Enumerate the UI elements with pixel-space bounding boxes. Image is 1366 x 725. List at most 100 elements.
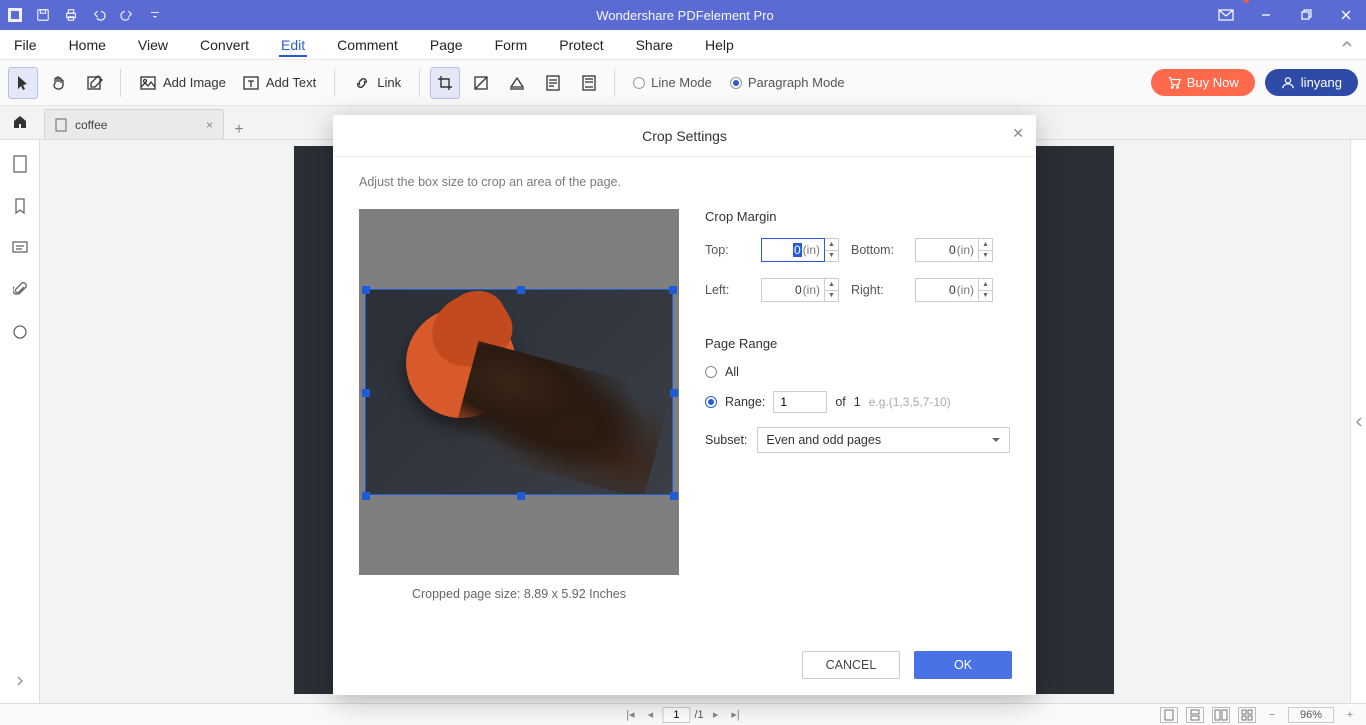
menu-form[interactable]: Form — [493, 33, 530, 57]
continuous-view-icon[interactable] — [1186, 707, 1204, 723]
crop-handle[interactable] — [517, 492, 525, 500]
line-mode-radio[interactable]: Line Mode — [633, 75, 712, 90]
zoom-in-icon[interactable]: + — [1342, 709, 1358, 721]
menu-edit[interactable]: Edit — [279, 33, 307, 57]
save-icon[interactable] — [34, 6, 52, 24]
expand-panel-icon[interactable] — [10, 671, 30, 691]
zoom-level[interactable]: 96% — [1288, 707, 1334, 723]
qat-more-icon[interactable] — [146, 6, 164, 24]
top-margin-input[interactable]: 0(in) — [761, 238, 825, 262]
crop-handle[interactable] — [517, 286, 525, 294]
menu-file[interactable]: File — [12, 33, 39, 57]
range-all-radio[interactable] — [705, 366, 717, 378]
link-button[interactable]: Link — [345, 67, 409, 99]
subset-label: Subset: — [705, 433, 747, 447]
bates-tool-icon[interactable] — [574, 67, 604, 99]
bottom-margin-spinner[interactable]: ▲▼ — [979, 238, 993, 262]
range-range-radio[interactable] — [705, 396, 717, 408]
prev-page-icon[interactable]: ◂ — [642, 708, 658, 721]
menu-share[interactable]: Share — [634, 33, 675, 57]
menu-help[interactable]: Help — [703, 33, 736, 57]
dialog-close-icon[interactable]: ✕ — [1012, 125, 1024, 142]
crop-handle[interactable] — [669, 286, 677, 294]
menu-protect[interactable]: Protect — [557, 33, 605, 57]
single-page-view-icon[interactable] — [1160, 707, 1178, 723]
menu-view[interactable]: View — [136, 33, 170, 57]
header-footer-tool-icon[interactable] — [538, 67, 568, 99]
subset-select[interactable]: Even and odd pages — [757, 427, 1010, 453]
thumbnails-icon[interactable] — [10, 154, 30, 174]
last-page-icon[interactable]: ▸| — [728, 708, 744, 721]
left-margin-spinner[interactable]: ▲▼ — [825, 278, 839, 302]
maximize-button[interactable] — [1286, 0, 1326, 30]
crop-handle[interactable] — [670, 492, 678, 500]
crop-frame[interactable] — [365, 289, 673, 495]
title-bar: Wondershare PDFelement Pro — [0, 0, 1366, 30]
next-page-icon[interactable]: ▸ — [708, 708, 724, 721]
app-logo-icon — [0, 8, 30, 22]
minimize-button[interactable] — [1246, 0, 1286, 30]
print-icon[interactable] — [62, 6, 80, 24]
document-tab[interactable]: coffee × — [44, 109, 224, 139]
menu-home[interactable]: Home — [67, 33, 108, 57]
paragraph-mode-radio[interactable]: Paragraph Mode — [730, 75, 845, 90]
add-image-label: Add Image — [163, 75, 226, 90]
crop-handle[interactable] — [670, 389, 678, 397]
hand-tool-icon[interactable] — [44, 67, 74, 99]
bookmarks-icon[interactable] — [10, 196, 30, 216]
buy-now-button[interactable]: Buy Now — [1151, 69, 1255, 96]
page-number-input[interactable] — [662, 707, 690, 723]
text-icon — [242, 74, 260, 92]
ok-button[interactable]: OK — [914, 651, 1012, 679]
crop-preview[interactable] — [359, 209, 679, 575]
cancel-button[interactable]: CANCEL — [802, 651, 900, 679]
add-text-button[interactable]: Add Text — [234, 67, 324, 99]
left-label: Left: — [705, 283, 757, 297]
right-label: Right: — [851, 283, 911, 297]
grid-view-icon[interactable] — [1238, 707, 1256, 723]
two-page-view-icon[interactable] — [1212, 707, 1230, 723]
close-tab-icon[interactable]: × — [206, 118, 213, 132]
cart-icon — [1167, 76, 1181, 90]
select-tool-icon[interactable] — [8, 67, 38, 99]
undo-icon[interactable] — [90, 6, 108, 24]
top-margin-spinner[interactable]: ▲▼ — [825, 238, 839, 262]
search-panel-icon[interactable] — [10, 322, 30, 342]
image-icon — [139, 74, 157, 92]
edit-tool-icon[interactable] — [80, 67, 110, 99]
document-icon — [55, 118, 67, 132]
mail-icon[interactable] — [1206, 0, 1246, 30]
right-margin-input[interactable]: 0(in) — [915, 278, 979, 302]
chevron-down-icon — [991, 437, 1001, 443]
first-page-icon[interactable]: |◂ — [622, 708, 638, 721]
crop-handle[interactable] — [362, 286, 370, 294]
comments-icon[interactable] — [10, 238, 30, 258]
menu-convert[interactable]: Convert — [198, 33, 251, 57]
menu-bar: File Home View Convert Edit Comment Page… — [0, 30, 1366, 60]
background-tool-icon[interactable] — [502, 67, 532, 99]
user-account-button[interactable]: linyang — [1265, 69, 1358, 96]
home-tab-icon[interactable] — [0, 105, 40, 139]
add-tab-button[interactable]: + — [224, 121, 254, 139]
menu-page[interactable]: Page — [428, 33, 465, 57]
side-panel — [0, 140, 40, 703]
range-hint: e.g.(1,3,5,7-10) — [869, 395, 951, 409]
redo-icon[interactable] — [118, 6, 136, 24]
collapse-ribbon-icon[interactable] — [1340, 40, 1354, 50]
crop-handle[interactable] — [362, 389, 370, 397]
right-margin-spinner[interactable]: ▲▼ — [979, 278, 993, 302]
left-margin-input[interactable]: 0(in) — [761, 278, 825, 302]
dialog-title: Crop Settings — [642, 128, 727, 144]
add-image-button[interactable]: Add Image — [131, 67, 234, 99]
menu-comment[interactable]: Comment — [335, 33, 400, 57]
crop-tool-icon[interactable] — [430, 67, 460, 99]
page-total: /1 — [694, 709, 703, 721]
watermark-tool-icon[interactable] — [466, 67, 496, 99]
expand-right-panel-icon[interactable] — [1350, 140, 1366, 703]
close-button[interactable] — [1326, 0, 1366, 30]
zoom-out-icon[interactable]: − — [1264, 709, 1280, 721]
bottom-margin-input[interactable]: 0(in) — [915, 238, 979, 262]
range-input[interactable] — [773, 391, 827, 413]
crop-handle[interactable] — [362, 492, 370, 500]
attachments-icon[interactable] — [10, 280, 30, 300]
